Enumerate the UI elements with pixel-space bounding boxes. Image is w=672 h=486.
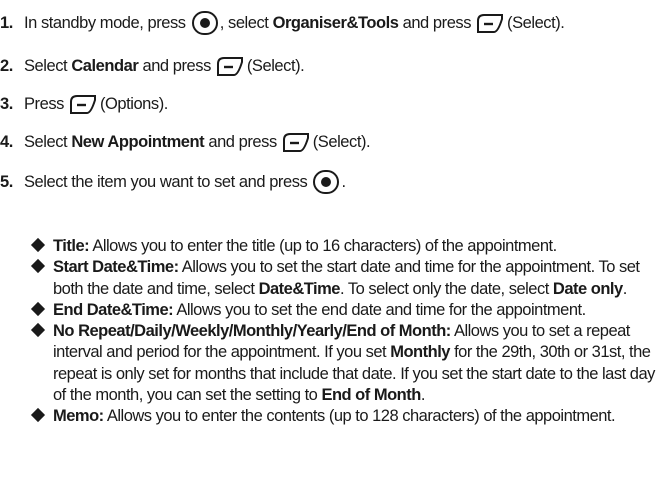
item-description: Allows you to enter the title (up to 16 … [92,237,557,255]
step-text: Select the item you want to set and pres… [24,172,308,191]
diamond-bullet-icon [30,237,46,253]
menu-name: Calendar [71,56,139,75]
step-text: and press [142,56,211,75]
step-number: 2. [0,56,13,75]
left-soft-key-icon [477,14,504,33]
step-text: Select [24,132,68,151]
step-text: (Select). [312,132,371,151]
manual-page: 1. In standby mode, press , select Organ… [0,0,672,486]
left-soft-key-icon [282,133,309,152]
step-text: In standby mode, press [24,13,186,32]
diamond-bullet-icon [30,323,46,338]
left-soft-key-icon [69,95,96,114]
menu-name: Organiser&Tools [272,13,399,32]
menu-name: New Appointment [71,132,205,151]
list-item-end-datetime: End Date&Time: Allows you to set the end… [30,300,662,321]
item-description: Allows you to enter the contents (up to … [106,407,616,426]
option-name: Date&Time [258,279,341,298]
diamond-bullet-icon [30,301,46,316]
step-text: (Options). [99,94,168,113]
step-number: 4. [0,132,13,151]
step-text: . [341,172,346,191]
item-term: Title: [53,237,90,255]
diamond-bullet-icon [30,408,46,423]
item-description: . [622,279,628,298]
step-text: and press [402,13,472,32]
step-text: (Select). [246,56,305,75]
step-number: 3. [0,94,13,113]
step-text: , select [219,13,269,32]
step-4: 4. Select New Appointment and press (Sel… [0,127,371,157]
center-key-icon [191,11,218,35]
item-description: Allows you to set the end date and time … [176,300,586,319]
center-key-icon [313,170,340,194]
left-soft-key-icon [216,57,243,76]
option-list: Title: Allows you to enter the title (up… [30,236,662,428]
step-5: 5. Select the item you want to set and p… [0,167,346,197]
diamond-bullet-icon [30,259,46,274]
item-term: Start Date&Time: [53,258,179,277]
option-name: End of Month [321,386,421,405]
list-item-title: Title: Allows you to enter the title (up… [30,236,662,257]
step-1: 1. In standby mode, press , select Organ… [0,8,565,38]
item-description: . To select only the date, select [339,279,549,298]
step-number: 5. [0,172,13,191]
item-description: . [420,386,426,405]
list-item-repeat: No Repeat/Daily/Weekly/Monthly/Yearly/En… [30,321,662,406]
step-2: 2. Select Calendar and press (Select). [0,51,305,81]
item-term: Memo: [53,407,104,426]
item-term: End Date&Time: [53,300,174,319]
option-name: Date only [552,279,623,298]
step-3: 3. Press (Options). [0,89,168,119]
step-text: and press [208,132,277,151]
list-item-start-datetime: Start Date&Time: Allows you to set the s… [30,257,662,300]
list-item-memo: Memo: Allows you to enter the contents (… [30,406,662,427]
step-text: (Select). [507,13,565,32]
item-term: No Repeat/Daily/Weekly/Monthly/Yearly/En… [53,322,451,341]
step-text: Select [24,56,68,75]
step-text: Press [24,94,64,113]
step-number: 1. [0,13,13,32]
option-name: Monthly [390,343,450,362]
